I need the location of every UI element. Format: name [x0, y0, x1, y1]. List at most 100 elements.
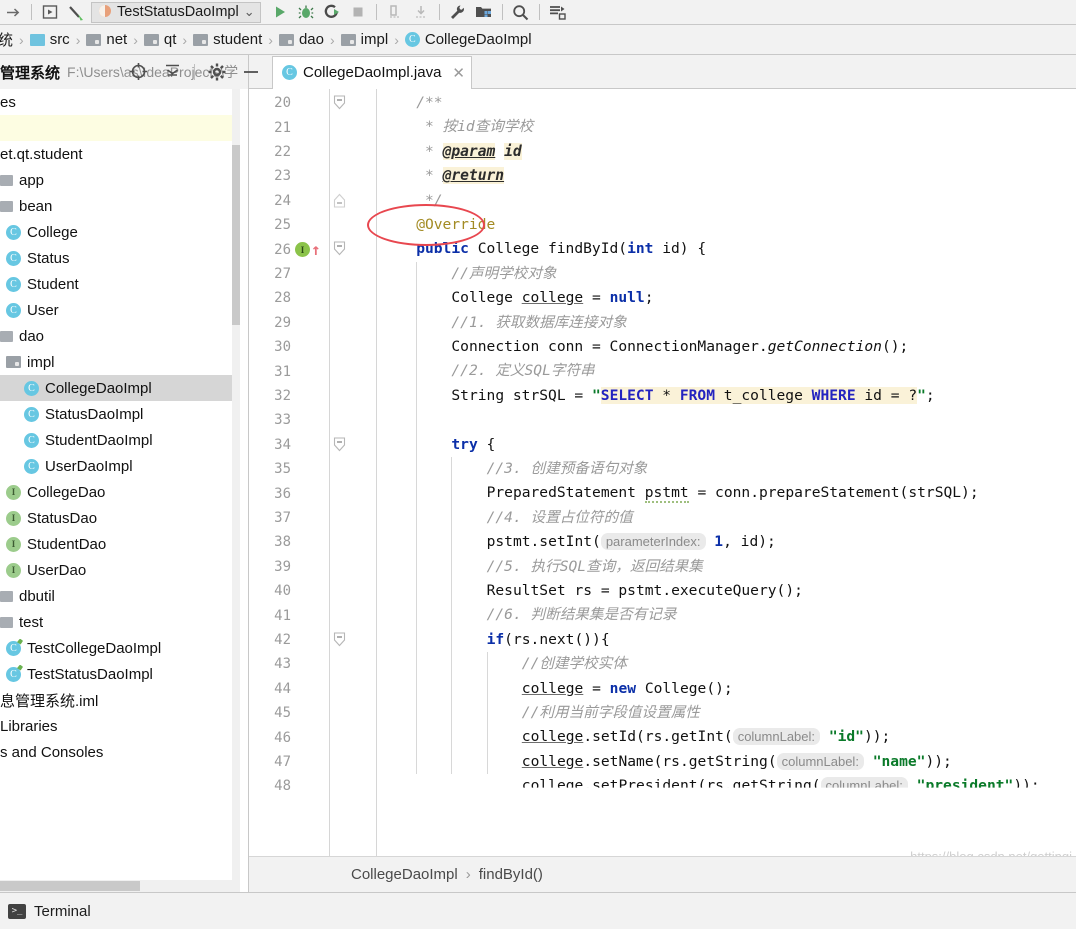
code-line[interactable]: //4. 设置占位符的值 [487, 506, 633, 530]
gutter-line[interactable]: 23 [249, 164, 377, 188]
close-icon[interactable]: ✕ [452, 64, 465, 82]
code-line[interactable]: /** [416, 91, 442, 115]
hide-panel-icon[interactable] [234, 56, 268, 88]
search-everywhere-button[interactable] [508, 1, 534, 24]
tree-item[interactable]: impl [0, 349, 240, 375]
breadcrumb-bottom-method[interactable]: findById() [479, 866, 543, 883]
pull-button[interactable] [408, 1, 434, 24]
code-line[interactable]: @Override [416, 213, 495, 237]
breadcrumb-item-qt[interactable]: qt [143, 31, 176, 48]
fold-start-icon[interactable] [333, 240, 346, 257]
collapse-all-icon[interactable] [155, 56, 189, 88]
gutter-line[interactable]: 48 [249, 774, 377, 798]
gutter-line[interactable]: 45 [249, 701, 377, 725]
gutter-line[interactable]: 44 [249, 677, 377, 701]
gutter-line[interactable]: 46 [249, 725, 377, 749]
gutter-line[interactable]: 33 [249, 408, 377, 432]
code-line[interactable]: */ [416, 189, 443, 213]
tree-item[interactable]: C College [0, 219, 240, 245]
gutter-line[interactable]: 42 [249, 628, 377, 652]
fold-start-icon[interactable] [333, 436, 346, 453]
tree-item[interactable]: Libraries [0, 713, 240, 739]
gutter-line[interactable]: 43 [249, 652, 377, 676]
code-line[interactable]: Connection conn = ConnectionManager.getC… [451, 335, 908, 359]
build-hammer-icon[interactable] [63, 1, 89, 24]
implementing-method-icon[interactable]: I [295, 242, 310, 258]
code-line[interactable]: String strSQL = "SELECT * FROM t_college… [451, 384, 935, 408]
navigate-forward-icon[interactable] [0, 1, 26, 24]
tree-item[interactable]: C StatusDaoImpl [0, 401, 240, 427]
gutter-line[interactable]: 24 [249, 189, 377, 213]
tree-item[interactable]: C User [0, 297, 240, 323]
gutter-line[interactable]: 20 [249, 91, 377, 115]
tree-item[interactable]: C TestCollegeDaoImpl [0, 635, 240, 661]
settings-wrench-button[interactable] [445, 1, 471, 24]
gutter-line[interactable]: 40 [249, 579, 377, 603]
debug-button[interactable] [293, 1, 319, 24]
gutter-line[interactable]: 26 I ↑ [249, 237, 377, 261]
breadcrumb-item-class[interactable]: C CollegeDaoImpl [404, 31, 532, 48]
locate-target-icon[interactable] [121, 56, 155, 88]
project-structure-button[interactable] [471, 1, 497, 24]
run-with-coverage-button[interactable] [319, 1, 345, 24]
code-line[interactable]: college.setPresident(rs.getString(column… [522, 774, 1040, 788]
code-line[interactable]: college.setName(rs.getString(columnLabel… [522, 750, 952, 774]
breadcrumb-item-impl[interactable]: impl [340, 31, 388, 48]
code-line[interactable]: //1. 获取数据库连接对象 [451, 311, 626, 335]
overriding-method-arrow-icon[interactable]: ↑ [311, 241, 321, 257]
tree-item[interactable]: bean [0, 193, 240, 219]
database-button[interactable] [545, 1, 571, 24]
gutter-line[interactable]: 41 [249, 603, 377, 627]
code-line[interactable]: //2. 定义SQL字符串 [451, 359, 594, 383]
code-line[interactable]: PreparedStatement pstmt = conn.prepareSt… [487, 481, 979, 505]
tree-item[interactable]: dao [0, 323, 240, 349]
code-line[interactable]: * 按id查询学校 [416, 115, 533, 139]
editor-gutter[interactable]: 20 21 22 23 24 25 26 I ↑ 27 28 29 30 31 32 33 34 35 36 37 38… [249, 89, 377, 856]
code-line[interactable]: //6. 判断结果集是否有记录 [487, 603, 677, 627]
tree-item[interactable]: C TestStatusDaoImpl [0, 661, 240, 687]
settings-gear-icon[interactable] [200, 56, 234, 88]
gutter-line[interactable]: 22 [249, 140, 377, 164]
run-config-select-icon[interactable] [37, 1, 63, 24]
code-line[interactable]: if(rs.next()){ [487, 628, 610, 652]
tree-item[interactable]: et.qt.student [0, 141, 240, 167]
code-text-area[interactable]: /** * 按id查询学校 * @param id * @return */ @O… [377, 89, 1076, 856]
code-line[interactable]: * @return [416, 164, 505, 188]
tree-item[interactable]: app [0, 167, 240, 193]
breadcrumb-item-src[interactable]: src [29, 31, 70, 48]
tree-item[interactable]: 息管理系统.iml [0, 687, 240, 713]
gutter-line[interactable]: 37 [249, 506, 377, 530]
gutter-line[interactable]: 39 [249, 555, 377, 579]
gutter-line[interactable]: 47 [249, 750, 377, 774]
code-line[interactable]: //声明学校对象 [451, 262, 556, 286]
gutter-line[interactable]: 36 [249, 481, 377, 505]
gutter-line[interactable]: 30 [249, 335, 377, 359]
gutter-line[interactable]: 31 [249, 359, 377, 383]
gutter-line[interactable]: 32 [249, 384, 377, 408]
tree-item[interactable] [0, 115, 240, 141]
tree-item[interactable]: I CollegeDao [0, 479, 240, 505]
gutter-line[interactable]: 27 [249, 262, 377, 286]
fold-end-icon[interactable] [333, 192, 346, 209]
tree-item[interactable]: C Student [0, 271, 240, 297]
editor-tab-CollegeDaoImpl[interactable]: C CollegeDaoImpl.java ✕ [272, 55, 472, 89]
fold-start-icon[interactable] [333, 631, 346, 648]
gutter-line[interactable]: 35 [249, 457, 377, 481]
code-line[interactable]: college = new College(); [522, 677, 733, 701]
gutter-line[interactable]: 25 [249, 213, 377, 237]
tree-item[interactable]: C Status [0, 245, 240, 271]
code-line[interactable]: //利用当前字段值设置属性 [522, 701, 700, 725]
tree-item[interactable]: C CollegeDaoImpl [0, 375, 240, 401]
fold-start-icon[interactable] [333, 94, 346, 111]
chevron-down-icon[interactable]: ⌄ [244, 4, 255, 20]
code-line[interactable]: College college = null; [451, 286, 653, 310]
tree-item[interactable]: I StudentDao [0, 531, 240, 557]
project-tree[interactable]: es et.qt.student app bean C College C Status C St… [0, 89, 240, 868]
update-application-button[interactable] [382, 1, 408, 24]
code-line[interactable]: * @param id [416, 140, 522, 164]
tree-item[interactable]: test [0, 609, 240, 635]
tree-item[interactable]: I StatusDao [0, 505, 240, 531]
tree-item[interactable]: C UserDaoImpl [0, 453, 240, 479]
breadcrumb-item-dao[interactable]: dao [278, 31, 324, 48]
tree-item[interactable]: I UserDao [0, 557, 240, 583]
